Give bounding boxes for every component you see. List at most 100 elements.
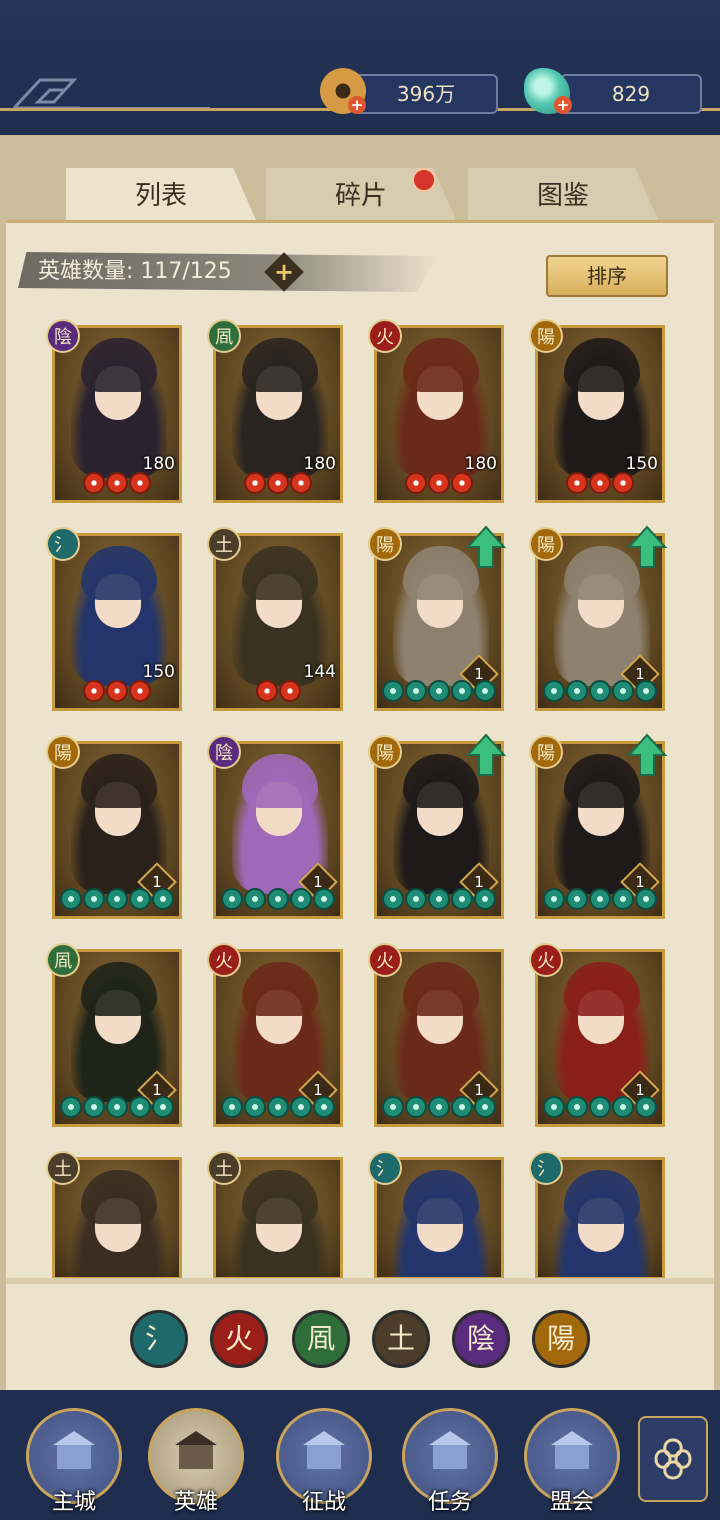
more-menu-button[interactable] bbox=[638, 1416, 708, 1502]
filter-water-button[interactable]: 氵 bbox=[130, 1310, 188, 1368]
star-icon bbox=[428, 472, 450, 494]
hero-card[interactable]: 150 bbox=[535, 325, 665, 503]
star-icon bbox=[451, 888, 473, 910]
star-icon bbox=[106, 1096, 128, 1118]
hero-card[interactable]: 144 bbox=[213, 533, 343, 711]
star-icon bbox=[290, 888, 312, 910]
star-icon bbox=[106, 680, 128, 702]
star-icon bbox=[405, 472, 427, 494]
star-icon bbox=[313, 1096, 335, 1118]
star-icon bbox=[221, 888, 243, 910]
hero-card[interactable] bbox=[374, 1157, 504, 1280]
nav-label: 主城 bbox=[51, 1490, 96, 1515]
hero-card[interactable] bbox=[52, 1157, 182, 1280]
star-icon bbox=[543, 1096, 565, 1118]
coins-amount: 396万 bbox=[396, 82, 456, 106]
hero-card[interactable]: 180 bbox=[374, 325, 504, 503]
hero-stars bbox=[55, 888, 179, 912]
hero-hair bbox=[403, 338, 479, 392]
hero-card[interactable]: 180 bbox=[52, 325, 182, 503]
star-icon bbox=[267, 1096, 289, 1118]
expand-hero-slots-button[interactable]: + bbox=[264, 252, 304, 292]
sort-button[interactable]: 排序 bbox=[546, 255, 668, 297]
star-icon bbox=[83, 472, 105, 494]
add-coins-button[interactable]: + bbox=[348, 96, 366, 114]
hero-stars bbox=[55, 1096, 179, 1120]
star-icon bbox=[612, 1096, 634, 1118]
hero-card[interactable]: 1 bbox=[535, 533, 665, 711]
nav-label: 英雄 bbox=[173, 1490, 218, 1515]
hero-card[interactable]: 150 bbox=[52, 533, 182, 711]
hero-card[interactable]: 180 bbox=[213, 325, 343, 503]
hero-stars bbox=[377, 1096, 501, 1120]
star-icon bbox=[543, 888, 565, 910]
hero-stars bbox=[55, 472, 179, 496]
hero-card[interactable]: 1 bbox=[52, 741, 182, 919]
hero-level: 150 bbox=[142, 662, 175, 682]
coins-display[interactable]: 396万 bbox=[354, 74, 498, 114]
star-icon bbox=[612, 472, 634, 494]
hero-card[interactable]: 1 bbox=[213, 741, 343, 919]
star-icon bbox=[428, 1096, 450, 1118]
star-icon bbox=[313, 888, 335, 910]
star-icon bbox=[60, 1096, 82, 1118]
hero-card[interactable]: 1 bbox=[535, 741, 665, 919]
star-icon bbox=[589, 680, 611, 702]
hero-hair bbox=[403, 546, 479, 600]
hero-card[interactable]: 1 bbox=[374, 949, 504, 1127]
hero-stars bbox=[538, 1096, 662, 1120]
star-icon bbox=[474, 1096, 496, 1118]
tab-codex[interactable]: 图鉴 bbox=[468, 168, 658, 220]
star-icon bbox=[129, 888, 151, 910]
star-icon bbox=[290, 1096, 312, 1118]
hero-hair bbox=[81, 1170, 157, 1224]
jade-display[interactable]: 829 bbox=[560, 74, 702, 114]
star-icon bbox=[566, 1096, 588, 1118]
hero-level: 180 bbox=[464, 454, 497, 474]
hero-stars bbox=[377, 888, 501, 912]
star-icon bbox=[566, 888, 588, 910]
star-icon bbox=[635, 888, 657, 910]
star-icon bbox=[428, 888, 450, 910]
hero-card[interactable]: 1 bbox=[535, 949, 665, 1127]
star-icon bbox=[451, 1096, 473, 1118]
star-icon bbox=[152, 1096, 174, 1118]
star-icon bbox=[267, 888, 289, 910]
star-icon bbox=[83, 1096, 105, 1118]
star-icon bbox=[129, 472, 151, 494]
hero-card[interactable]: 1 bbox=[52, 949, 182, 1127]
star-icon bbox=[635, 680, 657, 702]
star-icon bbox=[221, 1096, 243, 1118]
star-icon bbox=[405, 680, 427, 702]
hero-hair bbox=[242, 754, 318, 808]
hero-hair bbox=[564, 546, 640, 600]
hero-stars bbox=[538, 472, 662, 496]
tab-list[interactable]: 列表 bbox=[66, 168, 256, 220]
hero-hair bbox=[564, 754, 640, 808]
star-icon bbox=[566, 680, 588, 702]
hero-hair bbox=[403, 1170, 479, 1224]
filter-fire-button[interactable]: 火 bbox=[210, 1310, 268, 1368]
filter-wind-button[interactable]: 凮 bbox=[292, 1310, 350, 1368]
hero-card[interactable]: 1 bbox=[374, 741, 504, 919]
hero-card[interactable] bbox=[535, 1157, 665, 1280]
hero-stars bbox=[377, 472, 501, 496]
star-icon bbox=[255, 680, 278, 702]
hero-card[interactable]: 1 bbox=[374, 533, 504, 711]
hero-card[interactable] bbox=[213, 1157, 343, 1280]
hero-stars bbox=[55, 680, 179, 704]
add-jade-button[interactable]: + bbox=[554, 96, 572, 114]
hero-card[interactable]: 1 bbox=[213, 949, 343, 1127]
hero-level: 180 bbox=[303, 454, 336, 474]
hero-hair bbox=[564, 1170, 640, 1224]
hero-hair bbox=[81, 338, 157, 392]
filter-yin-button[interactable]: 陰 bbox=[452, 1310, 510, 1368]
filter-yang-button[interactable]: 陽 bbox=[532, 1310, 590, 1368]
star-icon bbox=[474, 888, 496, 910]
hero-stars bbox=[216, 680, 340, 704]
filter-earth-button[interactable]: 土 bbox=[372, 1310, 430, 1368]
star-icon bbox=[83, 680, 105, 702]
star-icon bbox=[106, 472, 128, 494]
star-icon bbox=[543, 680, 565, 702]
star-icon bbox=[451, 680, 473, 702]
